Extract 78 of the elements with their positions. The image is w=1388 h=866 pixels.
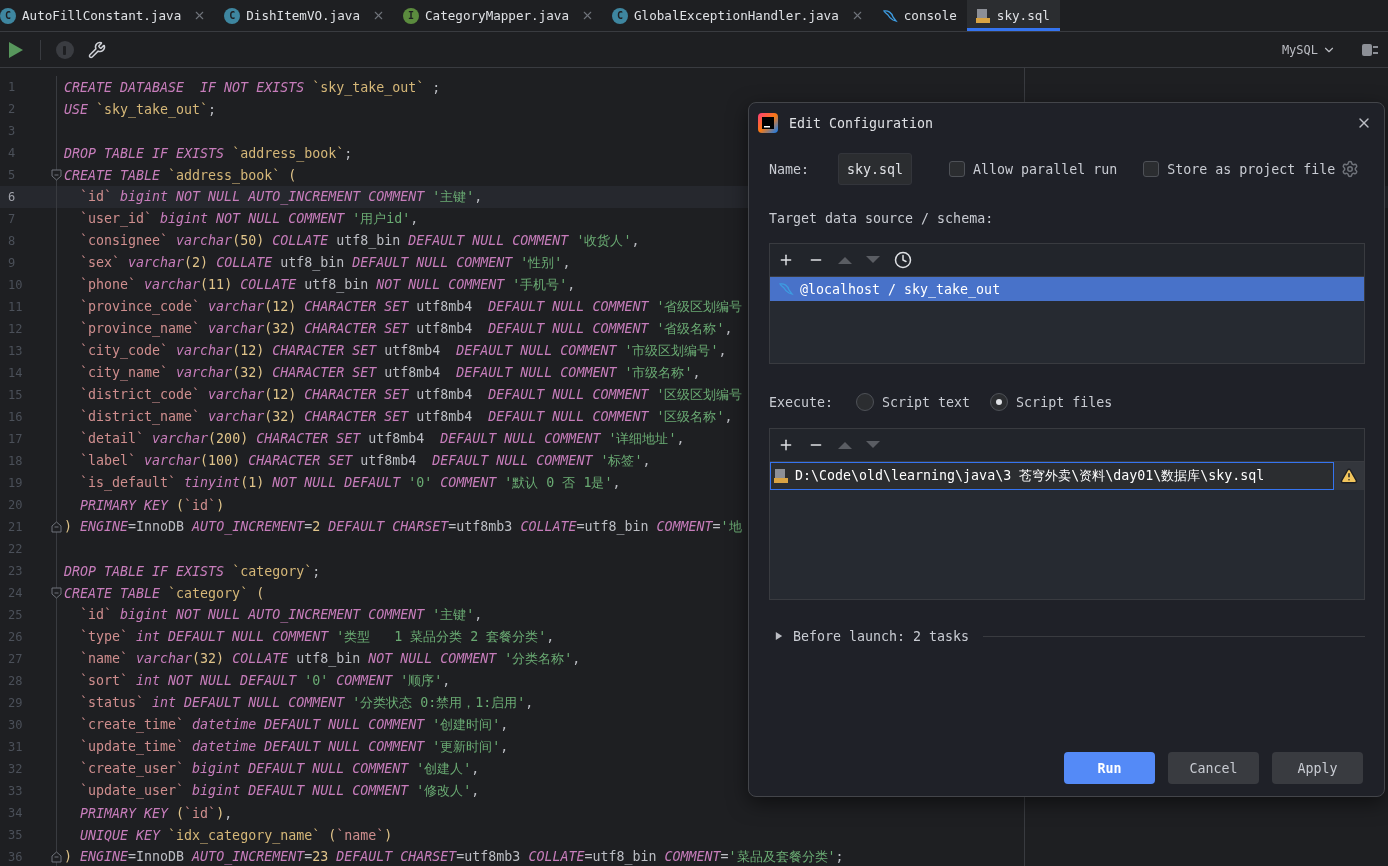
before-launch-toggle[interactable]: Before launch: 2 tasks [793,628,970,644]
code-line: `type` int DEFAULT NULL COMMENT '类型 1 菜品分类 2 套餐分类', [79,628,555,646]
code-line: CREATE TABLE `address_book` ( [64,167,297,183]
radio-label[interactable]: Script text [882,394,971,410]
code-line: `district_code` varchar(12) CHARACTER SET utf8mb4 DEFAULT NULL COMMENT '区级区划编号 [79,386,743,404]
code-line: `create_user` bigint DEFAULT NULL COMMENT '创建人', [79,760,480,778]
code-line: `status` int DEFAULT NULL COMMENT '分类状态 0:禁用，1:启用', [79,694,534,712]
code-line: `sex` varchar(2) COLLATE utf8_bin DEFAULT NULL COMMENT '性别', [79,254,571,272]
app-logo-icon [757,112,779,134]
code-line: `detail` varchar(200) CHARACTER SET utf8mb4 DEFAULT NULL COMMENT '详细地址', [79,430,685,448]
code-line: DROP TABLE IF EXISTS `address_book`; [64,145,353,161]
fold-icon[interactable] [50,521,62,533]
code-line: `phone` varchar(11) COLLATE utf8_bin NOT NULL COMMENT '手机号', [79,276,576,294]
code-line: `province_name` varchar(32) CHARACTER SET utf8mb4 DEFAULT NULL COMMENT '省级名称', [79,320,733,338]
section-label: Target data source / schema: [769,211,994,226]
name-field[interactable]: sky.sql [838,153,913,185]
plus-icon[interactable] [778,252,794,268]
code-line: CREATE TABLE `category` ( [64,585,265,601]
code-line: ) ENGINE=InnoDB AUTO_INCREMENT=23 DEFAULT CHARSET=utf8mb3 COLLATE=utf8_bin COMMENT='菜品及套餐分类'; [64,848,844,866]
code-line: `district_name` varchar(32) CHARACTER SET utf8mb4 DEFAULT NULL COMMENT '区级名称', [79,408,733,426]
code-line: UNIQUE KEY `idx_category_name` (`name`) [79,827,393,843]
dialog-button[interactable]: Cancel [1168,752,1259,784]
radio-label[interactable]: Script files [1016,394,1113,410]
execute-label: Execute: [769,394,834,410]
fold-icon[interactable] [50,169,62,181]
data-source-label: @localhost / sky_take_out [800,281,1001,297]
code-line: PRIMARY KEY (`id`), [79,805,233,821]
radio-button[interactable] [856,393,875,411]
code-line: `consignee` varchar(50) COLLATE utf8_bin DEFAULT NULL COMMENT '收货人', [79,232,640,250]
code-line: `is_default` tinyint(1) NOT NULL DEFAULT '0' COMMENT '默认 0 否 1是', [79,474,621,492]
code-line: USE `sky_take_out`; [64,101,217,117]
dialect-dropdown[interactable]: MySQL [1277,40,1340,59]
code-line: `create_time` datetime DEFAULT NULL COMMENT '创建时间', [79,716,509,734]
script-path-field[interactable]: D:\Code\old\learning\java\3 苍穹外卖\资料\day01\数据库\sky.sql [770,462,1334,490]
code-line: `city_code` varchar(12) CHARACTER SET utf8mb4 DEFAULT NULL COMMENT '市级区划编号', [79,342,727,360]
code-line: `user_id` bigint NOT NULL COMMENT '用户id', [79,210,419,228]
code-line: `update_time` datetime DEFAULT NULL COMMENT '更新时间', [79,738,509,756]
code-line: `city_name` varchar(32) CHARACTER SET utf8mb4 DEFAULT NULL COMMENT '市级名称', [79,364,701,382]
sql-file-icon [773,468,789,484]
radio-button[interactable] [990,393,1009,411]
fold-icon[interactable] [50,587,62,599]
code-line: `id` bigint NOT NULL AUTO_INCREMENT COMMENT '主键', [79,606,483,624]
clock-icon[interactable] [894,251,912,269]
dialog-button[interactable]: Apply [1272,752,1363,784]
checkbox[interactable] [1143,161,1160,177]
code-line: ) ENGINE=InnoDB AUTO_INCREMENT=2 DEFAULT CHARSET=utf8mb3 COLLATE=utf8_bin COMMENT='地 [64,518,742,536]
dialog-title: Edit Configuration [789,115,934,131]
editor-tab[interactable]: sky.sql [966,0,1060,31]
class-icon: C [612,7,629,24]
editor-tab[interactable]: C DishItemVO.java [216,0,395,31]
class-icon: C [0,7,16,24]
code-line: `sort` int NOT NULL DEFAULT '0' COMMENT '顺序', [79,672,451,690]
editor-tab[interactable]: C AutoFillConstant.java [0,0,217,31]
expand-triangle-icon[interactable] [775,631,783,641]
code-line: `name` varchar(32) COLLATE utf8_bin NOT NULL COMMENT '分类名称', [79,650,581,668]
code-line: `label` varchar(100) CHARACTER SET utf8mb4 DEFAULT NULL COMMENT '标签', [79,452,651,470]
editor-tab[interactable]: console [873,0,967,31]
checkbox-label[interactable]: Allow parallel run [973,161,1118,177]
checkbox-label[interactable]: Store as project file [1167,161,1336,177]
code-line: DROP TABLE IF EXISTS `category`; [64,563,321,579]
settings-icon[interactable] [1341,160,1360,178]
line-number: 6 [7,190,17,204]
checkbox[interactable] [949,161,966,177]
plus-icon[interactable] [778,437,794,453]
editor-tab[interactable]: I CategoryMapper.java [394,0,605,31]
sql-file-icon [974,7,991,24]
code-line: CREATE DATABASE IF NOT EXISTS `sky_take_out` ; [64,79,441,95]
code-line: `update_user` bigint DEFAULT NULL COMMENT '修改人', [79,782,480,800]
class-icon: C [224,7,241,24]
wrench-icon[interactable] [87,39,107,60]
code-line: `id` bigint NOT NULL AUTO_INCREMENT COMMENT '主键', [79,188,483,206]
code-line: `province_code` varchar(12) CHARACTER SET utf8mb4 DEFAULT NULL COMMENT '省级区划编号 [79,298,743,316]
fold-icon[interactable] [50,851,62,863]
name-label: Name: [769,161,810,177]
editor-tab[interactable]: C GlobalExceptionHandler.java [604,0,874,31]
interface-icon: I [402,7,419,24]
data-source-item[interactable]: @localhost / sky_take_out [770,277,1364,301]
code-line: PRIMARY KEY (`id`) [79,497,225,513]
